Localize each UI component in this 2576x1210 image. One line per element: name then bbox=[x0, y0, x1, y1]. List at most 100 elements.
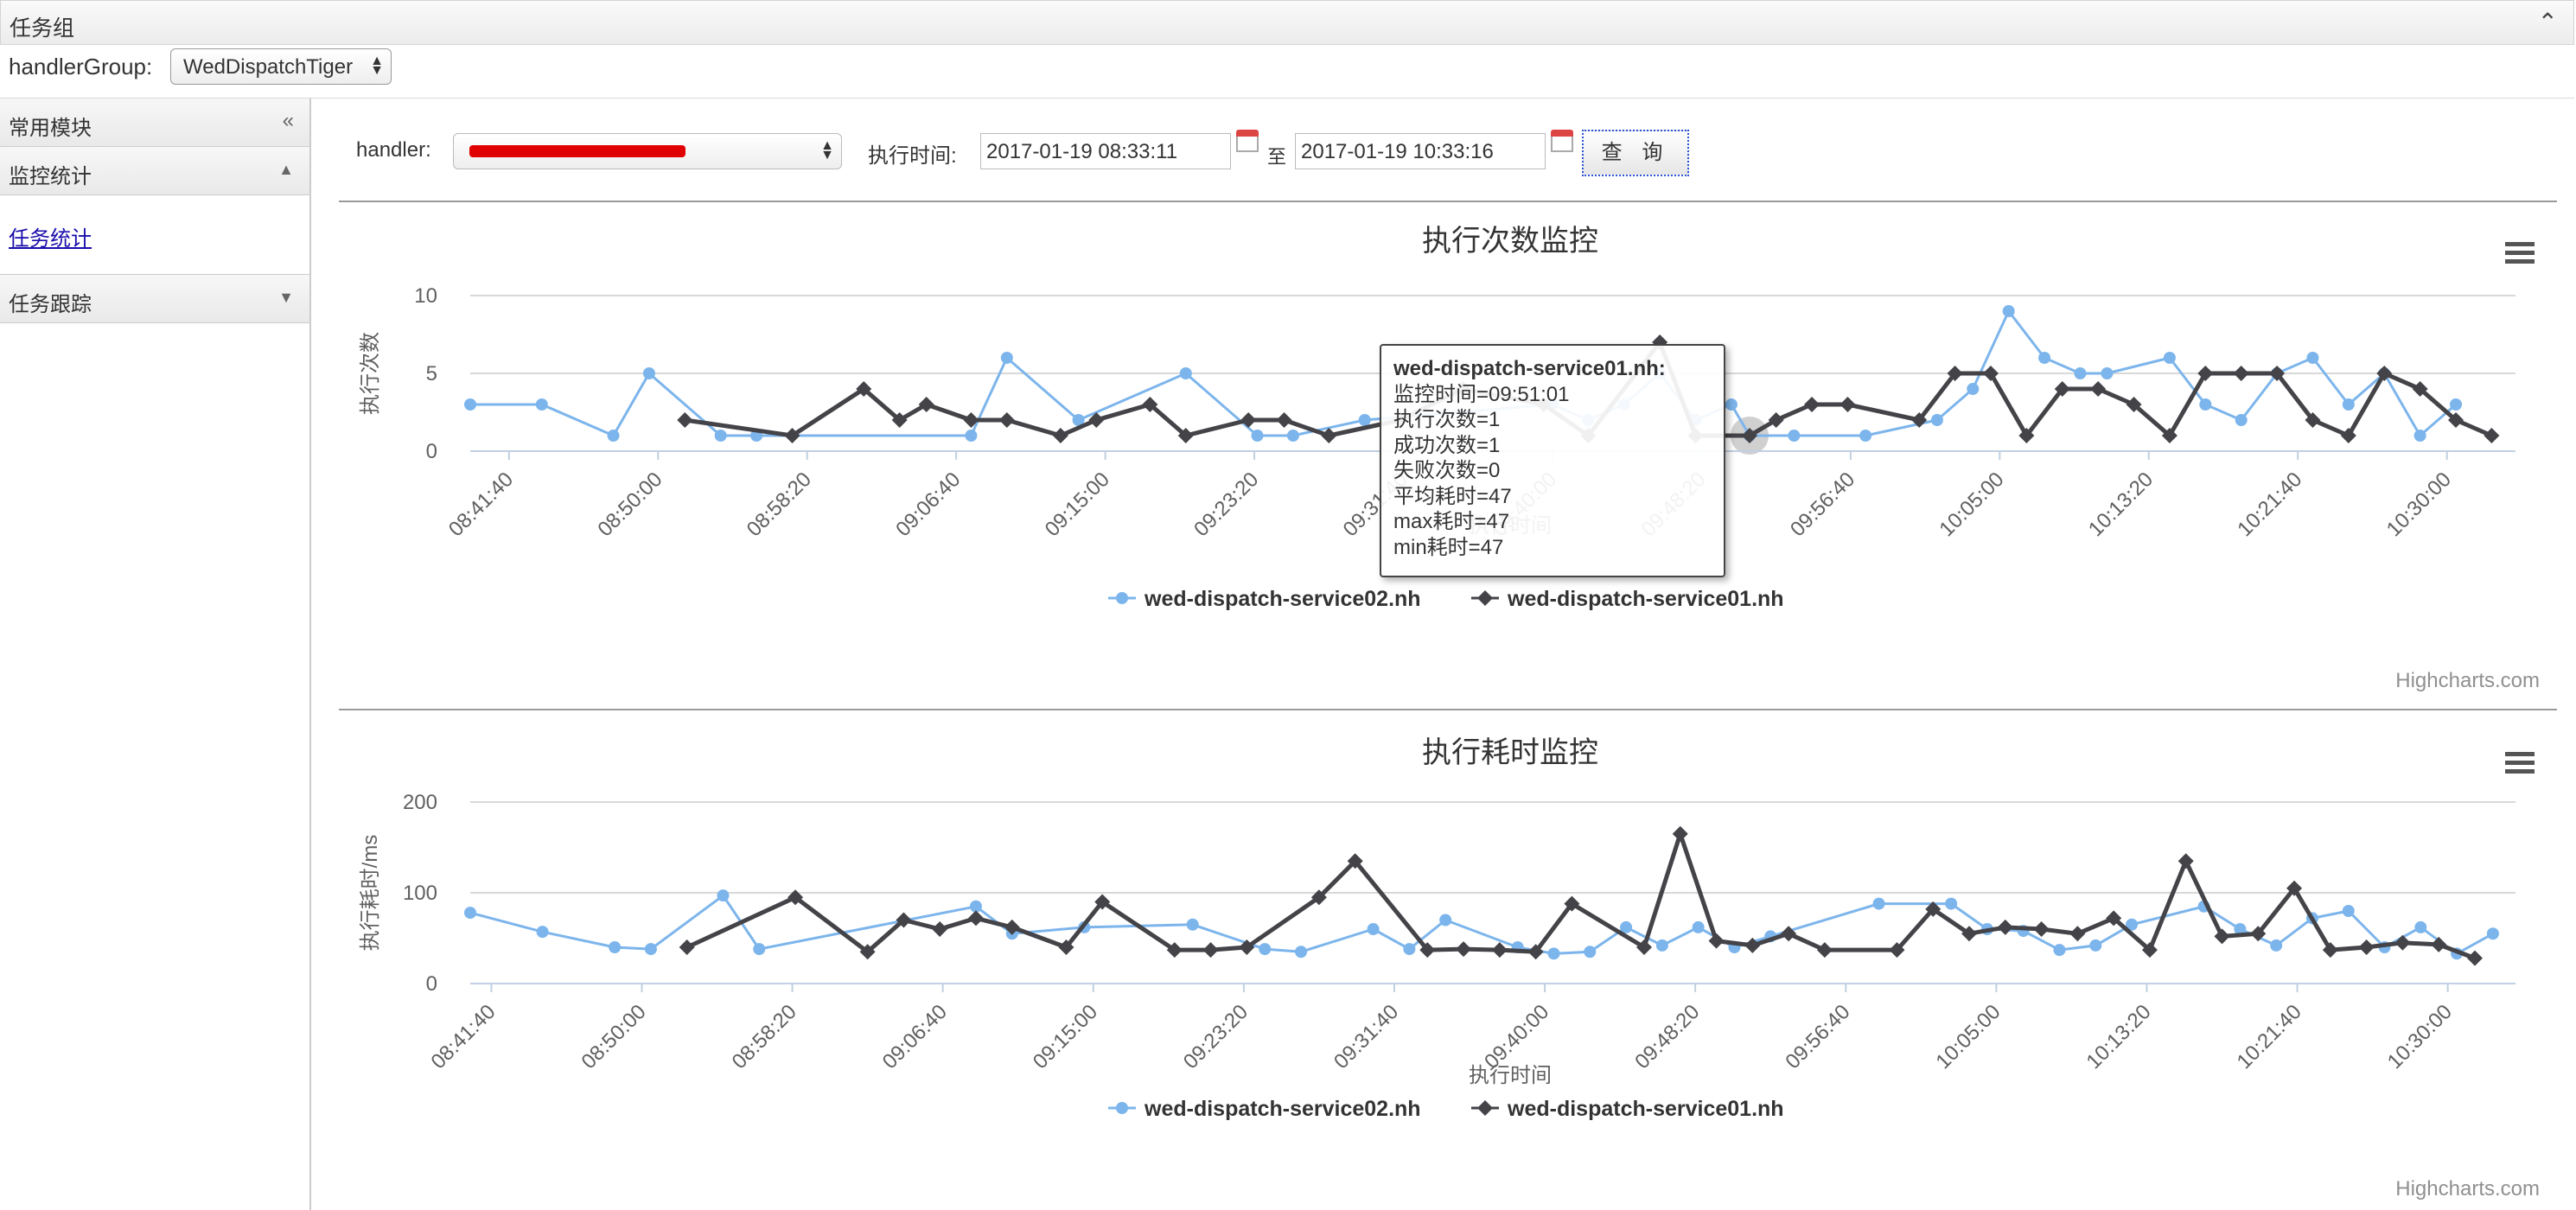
x-tick-label: 09:06:40 bbox=[891, 468, 965, 541]
handler-label: handler: bbox=[356, 138, 431, 162]
data-point bbox=[464, 398, 476, 411]
data-point bbox=[2163, 352, 2176, 364]
sidebar-section-monitor[interactable]: 监控统计 ▲ bbox=[0, 147, 309, 195]
legend-marker bbox=[1477, 590, 1493, 606]
sidebar-section-monitor-body: 任务统计 bbox=[0, 195, 309, 275]
tooltip-line: min耗时=47 bbox=[1393, 535, 1504, 559]
data-point bbox=[536, 926, 549, 939]
data-point bbox=[998, 412, 1015, 428]
legend-item[interactable]: wed-dispatch-service01.nh bbox=[1507, 587, 1784, 611]
data-point bbox=[1358, 414, 1371, 426]
data-point bbox=[2033, 921, 2050, 937]
data-point bbox=[2089, 939, 2102, 952]
tooltip-line: 失败次数=0 bbox=[1393, 459, 1501, 482]
data-point bbox=[2414, 920, 2427, 933]
data-point bbox=[932, 921, 948, 937]
data-point bbox=[1584, 946, 1597, 958]
data-point bbox=[1692, 920, 1705, 933]
start-time-input[interactable]: 2017-01-19 08:33:11 bbox=[980, 133, 1231, 169]
query-button[interactable]: 查 询 bbox=[1582, 130, 1689, 176]
y-axis-label: 执行耗时/ms bbox=[359, 835, 382, 952]
double-chevron-up-icon[interactable]: ⌃ bbox=[2538, 8, 2558, 36]
series-line bbox=[685, 831, 2476, 960]
x-tick-label: 09:23:20 bbox=[1189, 468, 1263, 541]
data-point bbox=[2074, 367, 2087, 379]
data-point bbox=[2431, 936, 2447, 952]
data-point bbox=[1179, 367, 1192, 379]
x-tick-label: 09:48:20 bbox=[1630, 1000, 1704, 1073]
x-tick-label: 08:50:00 bbox=[593, 468, 666, 541]
double-chevron-left-icon[interactable]: « bbox=[283, 109, 294, 133]
series-line bbox=[469, 894, 2494, 955]
x-tick-label: 09:23:20 bbox=[1179, 1000, 1253, 1073]
data-point bbox=[1655, 939, 1668, 952]
legend-item[interactable]: wed-dispatch-service02.nh bbox=[1144, 1097, 1421, 1121]
data-point bbox=[717, 889, 730, 902]
tooltip-line: 成功次数=1 bbox=[1393, 433, 1501, 457]
data-point bbox=[1491, 942, 1508, 958]
data-point bbox=[642, 367, 655, 379]
data-point bbox=[1725, 398, 1738, 411]
data-point bbox=[1930, 414, 1943, 426]
sidebar-title: 常用模块 « bbox=[0, 99, 309, 147]
data-point bbox=[679, 939, 695, 955]
data-point bbox=[1456, 941, 1472, 958]
x-tick-label: 10:05:00 bbox=[1931, 1000, 2005, 1073]
chart-credits[interactable]: Highcharts.com bbox=[2395, 669, 2540, 693]
divider bbox=[339, 201, 2557, 202]
data-point bbox=[2486, 927, 2499, 940]
data-point bbox=[1251, 430, 1264, 442]
x-tick-label: 09:15:00 bbox=[1041, 468, 1114, 541]
x-tick-label: 08:41:40 bbox=[426, 1000, 500, 1073]
data-point bbox=[1872, 897, 1885, 910]
triangle-up-icon: ▲ bbox=[278, 161, 294, 178]
chart-title: 执行耗时监控 bbox=[1422, 736, 1598, 769]
tooltip-line: 平均耗时=47 bbox=[1393, 484, 1512, 508]
data-point bbox=[1286, 430, 1299, 442]
y-tick-label: 0 bbox=[426, 972, 437, 996]
data-point bbox=[2466, 950, 2483, 966]
data-point bbox=[2233, 366, 2249, 381]
data-point bbox=[1840, 397, 1856, 412]
legend-item[interactable]: wed-dispatch-service01.nh bbox=[1507, 1097, 1784, 1121]
end-time-input[interactable]: 2017-01-19 10:33:16 bbox=[1295, 133, 1546, 169]
calendar-icon[interactable] bbox=[1551, 130, 1573, 154]
y-tick-label: 5 bbox=[426, 362, 437, 385]
handler-group-value: WedDispatchTiger bbox=[183, 55, 354, 79]
y-tick-label: 0 bbox=[426, 440, 437, 463]
sidebar: 常用模块 « 监控统计 ▲ 任务统计 任务跟踪 ▼ bbox=[0, 99, 311, 1210]
to-label: 至 bbox=[1267, 146, 1287, 168]
select-arrows-icon: ▲ ▼ bbox=[370, 54, 384, 78]
x-tick-label: 09:31:40 bbox=[1329, 1000, 1403, 1073]
data-point bbox=[2342, 905, 2355, 917]
data-point bbox=[2342, 398, 2355, 411]
handler-select[interactable]: ▲ ▼ bbox=[453, 133, 842, 169]
handler-group-select[interactable]: WedDispatchTiger ▲ ▼ bbox=[170, 48, 392, 85]
x-tick-label: 10:13:20 bbox=[2084, 468, 2158, 541]
x-tick-label: 10:30:00 bbox=[2383, 1000, 2457, 1073]
data-point bbox=[2450, 398, 2463, 411]
calendar-icon[interactable] bbox=[1236, 130, 1259, 154]
start-time-value: 2017-01-19 08:33:11 bbox=[986, 140, 1178, 163]
data-point bbox=[2177, 853, 2194, 869]
chart-credits[interactable]: Highcharts.com bbox=[2395, 1177, 2540, 1201]
data-point bbox=[753, 943, 766, 956]
legend-item[interactable]: wed-dispatch-service02.nh bbox=[1144, 587, 1421, 611]
data-point bbox=[2199, 398, 2212, 411]
data-point bbox=[1295, 946, 1308, 958]
data-point bbox=[714, 430, 727, 442]
data-point bbox=[2484, 428, 2500, 443]
data-point bbox=[2270, 939, 2283, 952]
data-point bbox=[1945, 897, 1958, 910]
legend-marker bbox=[1116, 1102, 1128, 1114]
y-tick-label: 200 bbox=[403, 791, 437, 814]
sidebar-item-task-stats[interactable]: 任务统计 bbox=[9, 227, 92, 251]
sidebar-title-label: 常用模块 bbox=[9, 117, 92, 140]
y-axis-label: 执行次数 bbox=[359, 332, 382, 415]
handler-group-label: handlerGroup: bbox=[9, 54, 153, 80]
sidebar-section-tracking[interactable]: 任务跟踪 ▼ bbox=[0, 275, 309, 323]
data-point bbox=[1403, 943, 1416, 956]
data-point bbox=[965, 430, 978, 442]
data-point bbox=[607, 430, 620, 442]
x-tick-label: 09:15:00 bbox=[1029, 1000, 1102, 1073]
